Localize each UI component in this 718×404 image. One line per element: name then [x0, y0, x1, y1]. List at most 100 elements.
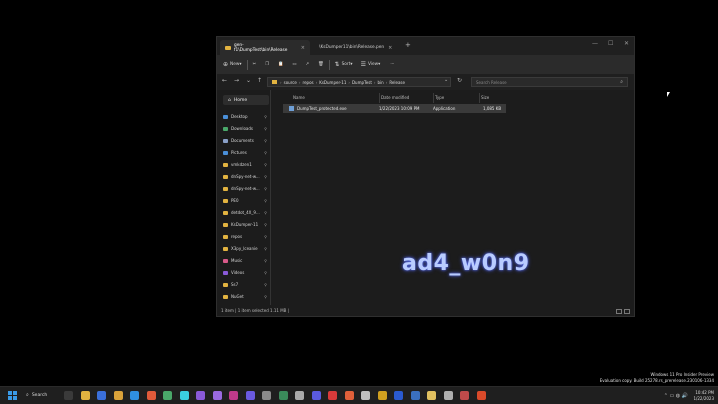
maximize-icon[interactable]: ☐	[608, 40, 613, 47]
pin-icon: ⚲	[264, 294, 267, 299]
sidebar-item[interactable]: KsDumper-11 ⚲	[223, 220, 269, 229]
taskbar-app-icon[interactable]	[113, 391, 123, 400]
copy-icon[interactable]: ❐	[265, 62, 269, 67]
command-bar: ⊕ New ▾ ✂ ❐ 📋 ▭ ↗ 🗑 ⇅ Sort ▾ ☰ View ▾ ···	[217, 55, 634, 74]
taskbar-app-icon[interactable]	[311, 391, 321, 400]
taskbar-app-icon[interactable]	[443, 391, 453, 400]
view-button[interactable]: ☰ View ▾	[361, 61, 381, 68]
taskbar-app-icon[interactable]	[80, 391, 90, 400]
sidebar-item[interactable]: Desktop ⚲	[223, 112, 269, 121]
back-icon[interactable]: ←	[222, 77, 227, 84]
taskbar-app-icon[interactable]	[245, 391, 255, 400]
taskbar-app-icon[interactable]	[410, 391, 420, 400]
pin-icon: ⚲	[264, 174, 267, 179]
up-icon[interactable]: ↑	[257, 77, 262, 84]
taskbar-app-icon[interactable]	[278, 391, 288, 400]
paste-icon[interactable]: 📋	[278, 62, 283, 67]
folder-icon	[223, 174, 228, 179]
column-type[interactable]: Type	[435, 95, 444, 100]
taskbar-app-icon[interactable]	[295, 391, 304, 400]
taskbar-app-icon[interactable]	[394, 391, 403, 400]
taskbar-app-icon[interactable]	[97, 391, 106, 400]
taskbar-app-icon[interactable]	[130, 391, 139, 400]
taskbar-app-icon[interactable]	[460, 391, 469, 400]
sidebar-item[interactable]: Downloads ⚲	[223, 124, 269, 133]
sidebar-item[interactable]: Documents ⚲	[223, 136, 269, 145]
taskbar-app-icon[interactable]	[476, 391, 486, 400]
taskbar-app-icon[interactable]	[146, 391, 156, 400]
folder-icon	[223, 186, 228, 191]
taskbar-app-icon[interactable]	[229, 391, 238, 400]
close-tab-icon[interactable]: ×	[388, 45, 392, 51]
search-icon: ⌕	[26, 392, 29, 398]
status-bar: 1 item | 1 item selected 1.11 MB |	[221, 308, 290, 313]
folder-icon	[225, 45, 231, 50]
pin-icon: ⚲	[264, 222, 267, 227]
pin-icon: ⚲	[264, 126, 267, 131]
search-input[interactable]: Search Release ⌕	[471, 77, 628, 87]
sort-button[interactable]: ⇅ Sort ▾	[335, 61, 353, 68]
pin-icon: ⚲	[264, 282, 267, 287]
column-size[interactable]: Size	[481, 95, 489, 100]
folder-icon	[223, 150, 228, 155]
taskbar-app-icon[interactable]	[196, 391, 205, 400]
taskbar-app-icon[interactable]	[427, 391, 436, 400]
taskbar-app-icon[interactable]	[163, 391, 172, 400]
column-date[interactable]: Date modified	[381, 95, 409, 100]
forward-icon[interactable]: →	[234, 77, 239, 84]
rename-icon[interactable]: ▭	[292, 62, 296, 67]
tab-release[interactable]: gen-f1\DumpTest\bin\Release ×	[220, 40, 310, 55]
tab-ksdumper[interactable]: \KsDumper11\bin\Release.pen ×	[311, 40, 396, 55]
chevron-down-icon[interactable]: ⌄	[444, 77, 448, 83]
new-button[interactable]: ⊕ New ▾	[223, 61, 242, 68]
sidebar-item[interactable]: repos ⚲	[223, 232, 269, 241]
pin-icon: ⚲	[264, 210, 267, 215]
folder-icon	[223, 258, 228, 263]
details-view-icon[interactable]	[616, 309, 622, 314]
taskbar-search[interactable]: ⌕ Search	[26, 392, 47, 398]
new-tab-icon[interactable]: +	[405, 41, 411, 49]
folder-icon	[223, 222, 228, 227]
mouse-cursor-icon	[667, 92, 670, 97]
sidebar-item[interactable]: Videos ⚲	[223, 268, 269, 277]
sidebar-item[interactable]: vmkdzen1 ⚲	[223, 160, 269, 169]
address-bar[interactable]: › source › repos › KsDumper-11 › DumpTest › b…	[267, 77, 451, 87]
sidebar-item[interactable]: Music ⚲	[223, 256, 269, 265]
table-row[interactable]: DumpTest_protected.exe 1/22/2023 10:09 P…	[283, 104, 506, 113]
cut-icon[interactable]: ✂	[253, 62, 257, 67]
sidebar-item[interactable]: PE0 ⚲	[223, 196, 269, 205]
sidebar-item[interactable]: dnSpy-net-w... ⚲	[223, 172, 269, 181]
column-name[interactable]: Name	[293, 95, 305, 100]
folder-icon	[272, 80, 277, 84]
taskbar-app-icon[interactable]	[262, 391, 271, 400]
pin-icon: ⚲	[264, 258, 267, 263]
start-button[interactable]	[8, 391, 17, 400]
taskbar-app-icon[interactable]	[377, 391, 387, 400]
refresh-icon[interactable]: ↻	[457, 77, 462, 84]
sidebar-item[interactable]: dnSpy-net-w... ⚲	[223, 184, 269, 193]
taskbar-app-icon[interactable]	[179, 391, 189, 400]
delete-icon[interactable]: 🗑	[318, 62, 323, 67]
taskbar-app-icon[interactable]	[328, 391, 337, 400]
tiles-view-icon[interactable]	[624, 309, 630, 314]
taskbar-app-icon[interactable]	[212, 391, 222, 400]
sidebar-item[interactable]: Ss7 ⚲	[223, 280, 269, 289]
sidebar-item[interactable]: X3py_Iceanie ⚲	[223, 244, 269, 253]
close-window-icon[interactable]: ✕	[624, 40, 629, 47]
share-icon[interactable]: ↗	[305, 62, 309, 67]
clock[interactable]: 10:42 PM 1/22/2023	[693, 390, 714, 401]
sidebar-item[interactable]: detdot_4X_9... ⚲	[223, 208, 269, 217]
taskbar-app-icon[interactable]	[64, 391, 73, 400]
more-button[interactable]: ···	[390, 62, 394, 67]
close-tab-icon[interactable]: ×	[301, 45, 305, 51]
tab-bar: gen-f1\DumpTest\bin\Release × \KsDumper1…	[217, 37, 634, 55]
sidebar-item[interactable]: NuGet ⚲	[223, 292, 269, 301]
system-tray-icons[interactable]: ⌃ ▭ ◍ 🔊	[664, 393, 688, 399]
taskbar-app-icon[interactable]	[344, 391, 354, 400]
sidebar-item[interactable]: Pictures ⚲	[223, 148, 269, 157]
minimize-icon[interactable]: —	[592, 40, 598, 47]
taskbar-app-icon[interactable]	[361, 391, 370, 400]
sidebar-item-home[interactable]: ⌂ Home	[223, 95, 269, 105]
pin-icon: ⚲	[264, 246, 267, 251]
chevron-down-icon[interactable]: ⌄	[246, 77, 251, 84]
